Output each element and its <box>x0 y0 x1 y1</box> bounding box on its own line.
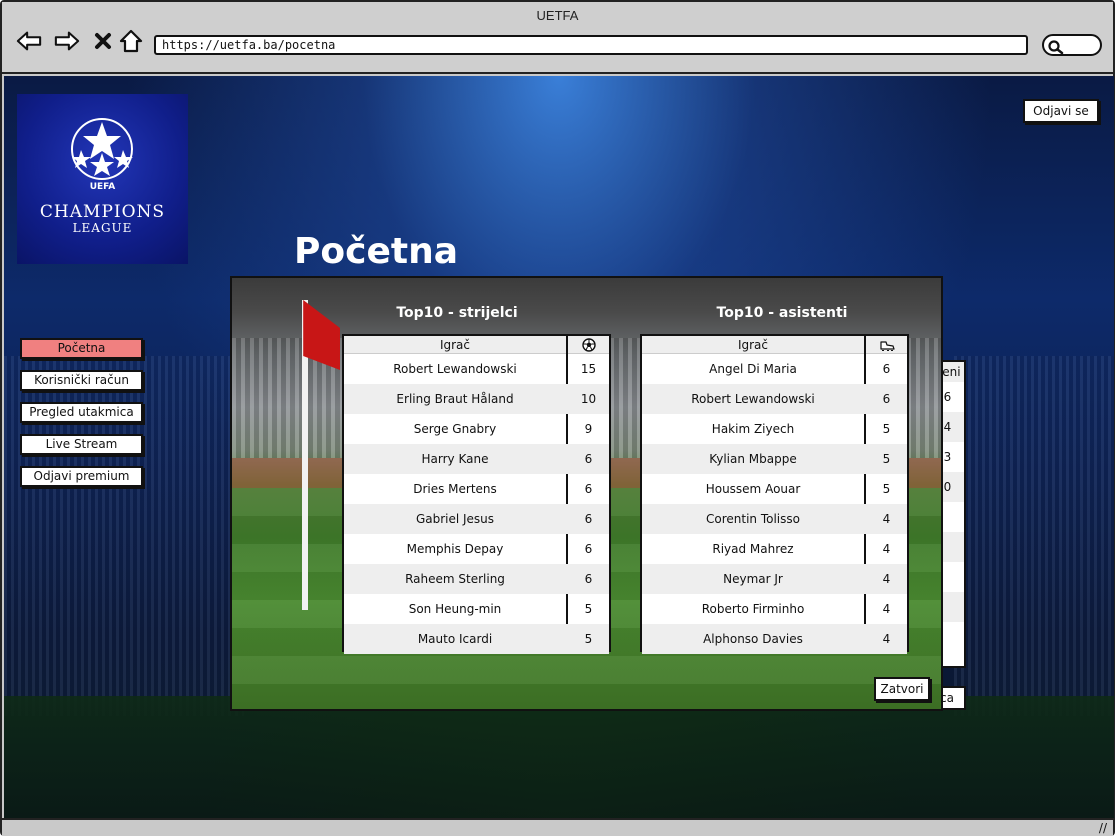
pitch-background <box>4 696 1114 818</box>
assists-value: 4 <box>882 512 891 526</box>
browser-titlebar: UETFA https://uetfa.ba/pocetna <box>2 2 1113 74</box>
player-name: Raheem Sterling <box>405 572 505 586</box>
table-row: Raheem Sterling 6 <box>344 564 609 594</box>
sidebar-item-live-stream[interactable]: Live Stream <box>20 434 143 455</box>
goals-value: 9 <box>584 422 593 436</box>
player-name: Dries Mertens <box>413 482 497 496</box>
player-name: Hakim Ziyech <box>711 422 795 436</box>
assists-value: 5 <box>882 452 891 466</box>
football-icon <box>568 336 609 354</box>
sidebar-item-korisnicki-racun[interactable]: Korisnički račun <box>20 370 143 391</box>
table-row: Neymar Jr 4 <box>642 564 907 594</box>
boot-icon <box>866 336 907 354</box>
player-name: Houssem Aouar <box>705 482 801 496</box>
scorers-title: Top10 - strijelci <box>396 305 518 321</box>
player-name: Alphonso Davies <box>703 632 803 646</box>
table-row: Alphonso Davies 4 <box>642 624 907 654</box>
player-name: Kylian Mbappe <box>709 452 797 466</box>
home-icon[interactable] <box>118 28 144 54</box>
player-name: Serge Gnabry <box>413 422 497 436</box>
logo-league-text: LEAGUE <box>72 221 133 235</box>
table-row: Gabriel Jesus 6 <box>344 504 609 534</box>
sidebar-item-odjavi-premium[interactable]: Odjavi premium <box>20 466 143 487</box>
player-name: Riyad Mahrez <box>712 542 794 556</box>
browser-window: UETFA https://uetfa.ba/pocetna UEFA CHAM… <box>0 0 1115 836</box>
table-row: Roberto Firminho 4 <box>642 594 907 624</box>
window-title: UETFA <box>536 8 579 23</box>
table-row: Robert Lewandowski 6 <box>642 384 907 414</box>
goals-value: 6 <box>584 542 593 556</box>
player-name: Roberto Firminho <box>701 602 805 616</box>
assists-value: 5 <box>882 482 891 496</box>
table-row: Houssem Aouar 5 <box>642 474 907 504</box>
table-row: Serge Gnabry 9 <box>344 414 609 444</box>
scorers-col-player: Igrač <box>439 338 471 352</box>
assists-table-header: Igrač <box>642 336 907 354</box>
table-row: Memphis Depay 6 <box>344 534 609 564</box>
close-modal-button[interactable]: Zatvori <box>874 677 930 701</box>
assists-value: 4 <box>882 602 891 616</box>
goals-value: 6 <box>584 452 593 466</box>
player-name: Erling Braut Håland <box>396 392 514 406</box>
player-name: Robert Lewandowski <box>393 362 517 376</box>
resize-grip-icon[interactable]: // <box>1099 821 1107 835</box>
back-arrow-icon[interactable] <box>16 28 42 54</box>
table-row: Erling Braut Håland 10 <box>344 384 609 414</box>
player-name: Gabriel Jesus <box>415 512 495 526</box>
assists-value: 5 <box>882 422 891 436</box>
goals-value: 5 <box>584 602 593 616</box>
forward-arrow-icon[interactable] <box>54 28 80 54</box>
table-row: Mauto Icardi 5 <box>344 624 609 654</box>
page-title: Početna <box>294 231 459 272</box>
search-box[interactable] <box>1042 34 1102 56</box>
close-x-icon[interactable] <box>90 28 116 54</box>
assists-value: 6 <box>882 392 891 406</box>
player-name: Robert Lewandowski <box>691 392 815 406</box>
table-row: Robert Lewandowski 15 <box>344 354 609 384</box>
table-row: Kylian Mbappe 5 <box>642 444 907 474</box>
assists-col-player: Igrač <box>737 338 769 352</box>
assists-value: 6 <box>882 362 891 376</box>
table-row: Son Heung-min 5 <box>344 594 609 624</box>
player-name: Angel Di Maria <box>709 362 797 376</box>
goals-value: 6 <box>584 482 593 496</box>
search-icon <box>1048 39 1064 58</box>
table-row: Riyad Mahrez 4 <box>642 534 907 564</box>
logout-button[interactable]: Odjavi se <box>1023 99 1099 123</box>
logo-uefa-text: UEFA <box>89 182 116 192</box>
player-name: Corentin Tolisso <box>706 512 800 526</box>
sidebar-item-pregled-utakmica[interactable]: Pregled utakmica <box>20 402 143 423</box>
table-row: Corentin Tolisso 4 <box>642 504 907 534</box>
goals-value: 6 <box>584 512 593 526</box>
scorers-table: Igrač Robert Lewandowski 15 Erling Braut … <box>342 334 611 654</box>
url-input[interactable]: https://uetfa.ba/pocetna <box>154 35 1028 55</box>
stadium-stands-right <box>954 356 1114 716</box>
assists-value: 4 <box>882 632 891 646</box>
player-name: Mauto Icardi <box>417 632 493 646</box>
scorers-table-header: Igrač <box>344 336 609 354</box>
table-row: Dries Mertens 6 <box>344 474 609 504</box>
goals-value: 10 <box>580 392 597 406</box>
assists-value: 4 <box>882 542 891 556</box>
assists-title: Top10 - asistenti <box>716 305 848 321</box>
table-row: Angel Di Maria 6 <box>642 354 907 384</box>
table-row: Hakim Ziyech 5 <box>642 414 907 444</box>
sidebar-item-pocetna[interactable]: Početna <box>20 338 143 359</box>
page-content: UEFA CHAMPIONS LEAGUE Početna Odjavi se … <box>4 76 1114 818</box>
player-name: Memphis Depay <box>406 542 504 556</box>
goals-value: 6 <box>584 572 593 586</box>
goals-value: 15 <box>580 362 597 376</box>
table-row: Harry Kane 6 <box>344 444 609 474</box>
assists-table: Igrač Angel Di Maria 6 Robert Lewandowski… <box>640 334 909 654</box>
player-name: Harry Kane <box>421 452 489 466</box>
browser-statusbar: // <box>2 818 1113 836</box>
player-name: Neymar Jr <box>723 572 783 586</box>
player-name: Son Heung-min <box>408 602 502 616</box>
top10-modal: Top10 - strijelci Top10 - asistenti Igra… <box>230 276 943 711</box>
logo-champions-text: CHAMPIONS <box>39 202 166 222</box>
starball-icon <box>71 118 133 180</box>
goals-value: 5 <box>584 632 593 646</box>
assists-value: 4 <box>882 572 891 586</box>
champions-league-logo: UEFA CHAMPIONS LEAGUE <box>17 94 188 264</box>
